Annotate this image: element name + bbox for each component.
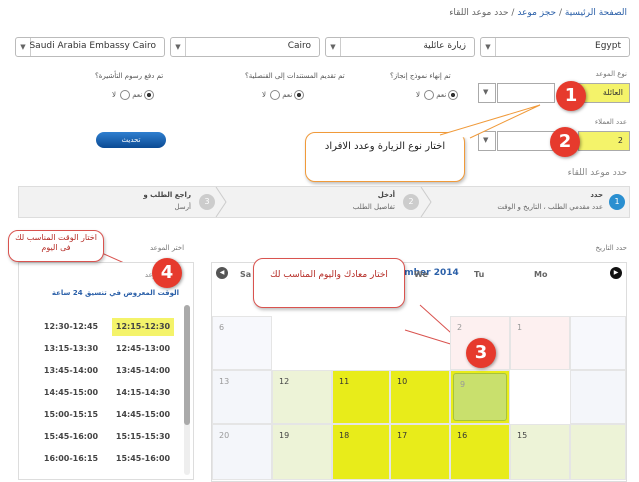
day-number: 11 — [339, 377, 350, 386]
day-number: 13 — [219, 377, 230, 386]
time-slot[interactable]: 15:45-16:00 — [40, 428, 102, 446]
day-number: 6 — [219, 323, 225, 332]
calendar-day[interactable]: 12 — [272, 370, 332, 424]
step-title: حدد — [590, 191, 603, 199]
callout-1-pointer — [439, 104, 541, 139]
calendar-day — [570, 370, 626, 424]
time-slot[interactable]: 13:15-13:30 — [40, 340, 102, 358]
calendar-day[interactable]: 19 — [272, 424, 332, 480]
calendar-day: 1 — [510, 316, 570, 370]
calendar-day-available[interactable]: 10 — [390, 370, 450, 424]
day-number: 20 — [219, 431, 230, 440]
calendar-day-available[interactable]: 17 — [390, 424, 450, 480]
weekday-mo: Mo — [534, 270, 548, 279]
step-divider-icon — [215, 187, 227, 217]
calendar-day[interactable]: 15 — [510, 424, 570, 480]
time-slot[interactable]: 14:45-15:00 — [112, 406, 174, 424]
time-slot[interactable]: 15:45-16:00 — [112, 450, 174, 468]
step-2[interactable]: 2 أدخل تفاصيل الطلب — [219, 187, 419, 217]
step-desc: عدد مقدمي الطلب ، التاريخ و الوقت — [497, 203, 603, 211]
step-desc: أرسل — [174, 203, 192, 211]
time-slot[interactable]: 12:45-13:00 — [112, 340, 174, 358]
day-number: 2 — [457, 323, 463, 332]
time-slot[interactable]: 13:45-14:00 — [112, 362, 174, 380]
weekday-tu: Tu — [474, 270, 485, 279]
day-number: 15 — [517, 431, 528, 440]
step-badge-4: 4 — [152, 258, 182, 288]
time-format-header: الوقت المعروض في تنسيق 24 ساعة — [51, 289, 179, 297]
annotation-callout-4: اختار الوقت المناسب لك فى اليوم — [8, 230, 104, 262]
step-number: 2 — [403, 194, 419, 210]
day-number: 12 — [279, 377, 290, 386]
time-scrollbar[interactable] — [184, 305, 190, 475]
day-number: 1 — [517, 323, 523, 332]
step-1[interactable]: 1 حدد عدد مقدمي الطلب ، التاريخ و الوقت — [423, 187, 629, 217]
step-badge-1: 1 — [556, 81, 586, 111]
time-slot[interactable]: 16:00-16:15 — [40, 450, 102, 468]
time-slot[interactable]: 12:30-12:45 — [40, 318, 102, 336]
time-slot[interactable]: 14:45-15:00 — [40, 384, 102, 402]
step-badge-3: 3 — [466, 338, 496, 368]
weekday-sa: Sa — [240, 270, 252, 279]
section-title: حدد موعد اللقاء — [567, 168, 627, 178]
time-label: اختر الموعد — [150, 244, 185, 252]
calendar-day: 20 — [212, 424, 272, 480]
calendar-day-selected-wrap[interactable]: 9 — [450, 370, 510, 424]
step-number: 3 — [199, 194, 215, 210]
time-slot[interactable]: 15:15-15:30 — [112, 428, 174, 446]
time-slot[interactable]: 13:45-14:00 — [40, 362, 102, 380]
day-number: 10 — [397, 377, 408, 386]
step-desc: تفاصيل الطلب — [352, 203, 395, 211]
date-label: حدد التاريخ — [595, 244, 627, 252]
step-title: أدخل — [377, 191, 395, 199]
step-divider-icon — [420, 187, 432, 217]
time-slot-selected[interactable]: 12:15-12:30 — [112, 318, 174, 336]
time-slot[interactable]: 14:15-14:30 — [112, 384, 174, 402]
day-number: 16 — [457, 431, 468, 440]
calendar-day-selected[interactable]: 9 — [453, 373, 507, 421]
calendar-day — [570, 316, 626, 370]
step-number: 1 — [609, 194, 625, 210]
weekday-we: We — [414, 270, 428, 279]
calendar-day: 13 — [212, 370, 272, 424]
step-title: راجع الطلب و — [143, 191, 191, 199]
step-3[interactable]: 3 راجع الطلب و أرسل — [19, 187, 215, 217]
scroll-thumb[interactable] — [184, 305, 190, 425]
day-number: 18 — [339, 431, 350, 440]
calendar-day[interactable] — [570, 424, 626, 480]
wizard-steps: 1 حدد عدد مقدمي الطلب ، التاريخ و الوقت … — [18, 186, 630, 218]
calendar-day: 6 — [212, 316, 272, 370]
next-month-icon[interactable]: ▶ — [610, 267, 622, 279]
calendar-day-available[interactable]: 18 — [332, 424, 390, 480]
calendar-day-available[interactable]: 16 — [450, 424, 510, 480]
day-number: 17 — [397, 431, 408, 440]
day-number: 19 — [279, 431, 290, 440]
time-slot[interactable]: 15:00-15:15 — [40, 406, 102, 424]
calendar-day-available[interactable]: 11 — [332, 370, 390, 424]
step-badge-2: 2 — [550, 127, 580, 157]
day-number: 9 — [460, 380, 466, 389]
annotation-callout-3: اختار معادك واليوم المناسب لك — [253, 258, 405, 308]
